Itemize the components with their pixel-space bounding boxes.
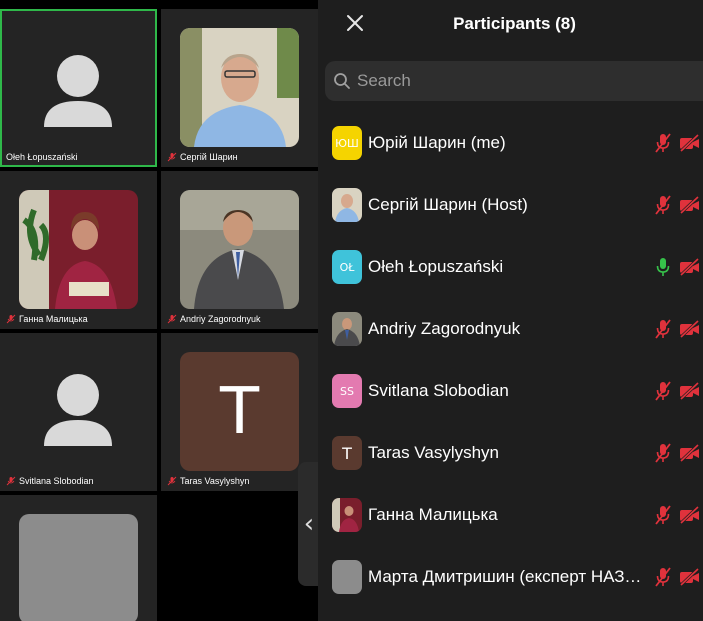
mic-muted-icon[interactable] xyxy=(654,318,672,340)
participant-row[interactable]: T Taras Vasylyshyn xyxy=(318,422,703,484)
video-off-icon[interactable] xyxy=(679,568,701,586)
participant-name: Andriy Zagorodnyuk xyxy=(368,319,521,338)
video-off-icon[interactable] xyxy=(679,506,701,524)
mic-muted-icon[interactable] xyxy=(654,442,672,464)
video-tile[interactable]: Сергій Шарин xyxy=(161,9,318,167)
avatar-initials: SS xyxy=(340,384,354,398)
video-tile[interactable]: Ганна Малицька xyxy=(0,171,157,329)
mic-muted-icon[interactable] xyxy=(654,504,672,526)
video-grid: Ołeh Łopuszański Сергій Шарин Ганна Мали… xyxy=(0,0,320,621)
initial-avatar: T xyxy=(180,352,299,471)
mic-icon[interactable] xyxy=(654,256,672,278)
mic-muted-icon xyxy=(167,476,177,486)
search-input[interactable] xyxy=(357,71,657,91)
participant-name: Сергій Шарин (Host) xyxy=(368,195,528,214)
video-off-icon[interactable] xyxy=(679,258,701,276)
avatar: T xyxy=(332,436,362,470)
participant-name: Taras Vasylyshyn xyxy=(368,443,500,462)
avatar-initials: ЮШ xyxy=(335,136,359,150)
mic-muted-icon[interactable] xyxy=(654,566,672,588)
panel-header: Participants (8) xyxy=(318,0,703,50)
participant-row[interactable]: Марта Дмитришин (експерт НАЗЯВО) xyxy=(318,546,703,608)
video-off-icon[interactable] xyxy=(679,134,701,152)
participant-row[interactable]: OŁ Ołeh Łopuszański xyxy=(318,236,703,298)
video-tile[interactable]: T Taras Vasylyshyn xyxy=(161,333,318,491)
video-tile-name: Сергій Шарин xyxy=(167,152,238,162)
avatar-initials: T xyxy=(342,443,352,463)
avatar-initials: OŁ xyxy=(339,260,355,274)
participant-name: Юрій Шарин (me) xyxy=(368,133,506,152)
video-tile-name: Andriy Zagorodnyuk xyxy=(167,314,261,324)
participant-photo xyxy=(19,190,138,309)
participant-photo xyxy=(180,190,299,309)
video-tile-name: Ганна Малицька xyxy=(6,314,88,324)
participant-name: Ołeh Łopuszański xyxy=(368,257,504,276)
video-tile-name: Taras Vasylyshyn xyxy=(167,476,249,486)
video-tile[interactable]: Ołeh Łopuszański xyxy=(0,9,157,167)
search-icon xyxy=(334,73,350,89)
video-tile[interactable] xyxy=(0,495,157,621)
search-bar[interactable] xyxy=(325,61,703,101)
participant-name: Марта Дмитришин (експерт НАЗЯВО) xyxy=(368,567,647,586)
mic-muted-icon xyxy=(167,152,177,162)
participant-name: Svitlana Slobodian xyxy=(368,381,509,400)
chevron-left-icon: ‹ xyxy=(303,509,315,539)
video-off-icon[interactable] xyxy=(679,196,701,214)
avatar: SS xyxy=(332,374,362,408)
avatar xyxy=(332,498,362,532)
avatar: OŁ xyxy=(332,250,362,284)
participants-panel: Participants (8) ЮШ Юрій Шарин (me) Сергій… xyxy=(318,0,703,621)
participant-row[interactable]: Ганна Малицька xyxy=(318,484,703,546)
video-tile[interactable]: Andriy Zagorodnyuk xyxy=(161,171,318,329)
video-off-icon[interactable] xyxy=(679,382,701,400)
participant-row[interactable]: Andriy Zagorodnyuk xyxy=(318,298,703,360)
avatar xyxy=(332,188,362,222)
avatar xyxy=(332,560,362,594)
mic-muted-icon xyxy=(6,476,16,486)
participant-row[interactable]: Сергій Шарин (Host) xyxy=(318,174,703,236)
participant-name: Ганна Малицька xyxy=(368,505,498,524)
default-avatar-icon xyxy=(0,333,157,491)
video-tile-name: Ołeh Łopuszański xyxy=(6,152,78,162)
participant-row[interactable]: ЮШ Юрій Шарин (me) xyxy=(318,112,703,174)
mic-muted-icon[interactable] xyxy=(654,194,672,216)
video-off-icon[interactable] xyxy=(679,320,701,338)
video-tile-name: Svitlana Slobodian xyxy=(6,476,94,486)
video-off-icon[interactable] xyxy=(679,444,701,462)
collapse-panel-button[interactable]: ‹ xyxy=(298,462,320,586)
panel-title: Participants (8) xyxy=(453,14,576,33)
participant-list: ЮШ Юрій Шарин (me) Сергій Шарин (Host) OŁ Oł… xyxy=(318,112,703,608)
video-tile[interactable]: Svitlana Slobodian xyxy=(0,333,157,491)
mic-muted-icon[interactable] xyxy=(654,132,672,154)
mic-muted-icon xyxy=(167,314,177,324)
mic-muted-icon xyxy=(6,314,16,324)
default-avatar-icon xyxy=(0,9,157,167)
participant-photo xyxy=(19,514,138,621)
mic-muted-icon[interactable] xyxy=(654,380,672,402)
participant-photo xyxy=(180,28,299,147)
avatar: ЮШ xyxy=(332,126,362,160)
avatar xyxy=(332,312,362,346)
participant-row[interactable]: SS Svitlana Slobodian xyxy=(318,360,703,422)
